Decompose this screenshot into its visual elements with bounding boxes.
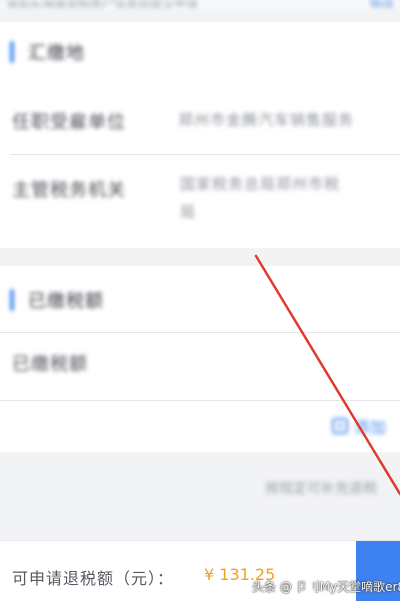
section-title: 已缴税额 (28, 291, 104, 312)
refund-label: 可申请退税额（元）： (12, 569, 175, 588)
row-divider (10, 154, 400, 155)
watermark: 头条 @ 卩刂My天堂嘀歌er865 (252, 580, 400, 594)
tax-authority-value-line-1: 国家税务总局郑州市税 (180, 175, 341, 193)
add-paid-tax-button[interactable]: + 添加 (332, 414, 386, 438)
hint-area: 按规定可补充退税 (0, 452, 400, 540)
hint-text: 按规定可补充退税 (265, 481, 377, 497)
notice-text: 请如实填报退税账户信息后提交申请 (6, 0, 199, 10)
top-notice-strip: 请如实填报退税账户信息后提交申请 修改 (0, 0, 400, 10)
employer-label: 任职受雇单位 (12, 112, 126, 133)
row-divider (0, 332, 400, 333)
filing-location-card: 汇缴地 任职受雇单位 郑州市金腾汽车销售服务 主管税务机关 国家税务总局郑州市税… (0, 22, 400, 248)
section-accent-bar (10, 289, 14, 311)
tax-authority-value-line-2: 局 (180, 203, 197, 221)
section-header-paid-tax: 已缴税额 (10, 288, 104, 312)
section-title: 汇缴地 (28, 43, 85, 64)
section-accent-bar (10, 41, 14, 63)
paid-tax-card: 已缴税额 已缴税额 + 添加 (0, 266, 400, 452)
row-divider (0, 400, 400, 401)
section-header-filing-location: 汇缴地 (10, 40, 85, 64)
notice-link[interactable]: 修改 (370, 0, 394, 10)
add-link-text: 添加 (354, 418, 387, 437)
tax-authority-value[interactable]: 国家税务总局郑州市税 局 (180, 170, 400, 226)
paid-tax-label: 已缴税额 (12, 354, 88, 375)
tax-authority-label: 主管税务机关 (12, 180, 126, 201)
plus-square-icon: + (332, 418, 348, 434)
employer-value[interactable]: 郑州市金腾汽车销售服务 (178, 106, 354, 134)
